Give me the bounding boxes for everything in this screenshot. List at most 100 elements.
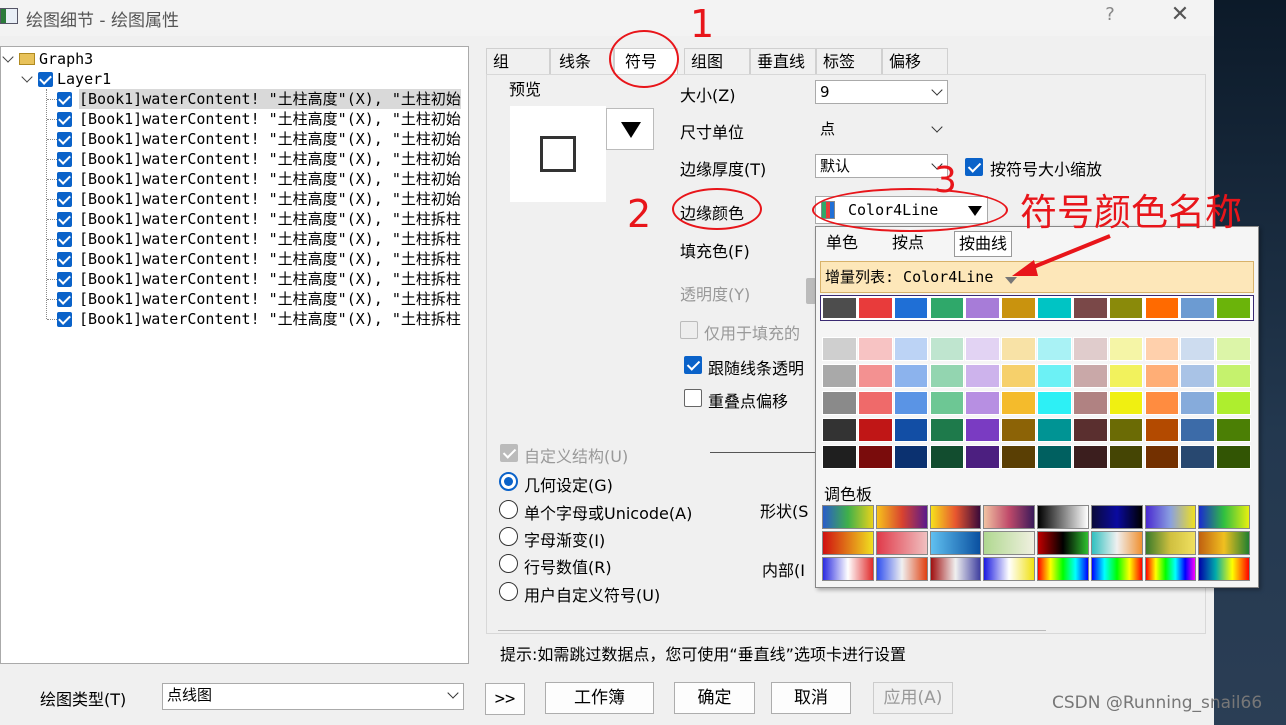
shade-color-swatch[interactable] bbox=[1072, 337, 1108, 361]
palette-swatch[interactable] bbox=[1037, 505, 1089, 529]
shade-color-swatch[interactable] bbox=[965, 337, 1001, 361]
shade-color-swatch[interactable] bbox=[822, 337, 857, 361]
increment-color-swatch[interactable] bbox=[893, 297, 929, 319]
palette-swatch[interactable] bbox=[1090, 531, 1143, 555]
shade-color-swatch[interactable] bbox=[1001, 391, 1036, 415]
shade-color-swatch[interactable] bbox=[1108, 391, 1144, 415]
palette-swatch[interactable] bbox=[875, 531, 928, 555]
shade-color-swatch[interactable] bbox=[857, 445, 893, 469]
tab-offset[interactable]: 偏移 bbox=[882, 48, 948, 74]
tree-plot-item[interactable]: [Book1]waterContent! "土柱高度"(X), "土柱拆柱 bbox=[79, 309, 461, 329]
tab-labels[interactable]: 标签 bbox=[816, 48, 882, 74]
shade-color-swatch[interactable] bbox=[1037, 418, 1072, 442]
palette-swatch[interactable] bbox=[822, 505, 874, 529]
plot-checkbox[interactable] bbox=[57, 292, 72, 307]
shade-color-swatch[interactable] bbox=[1216, 391, 1251, 415]
increment-color-swatch[interactable] bbox=[1216, 297, 1251, 319]
increment-color-swatch[interactable] bbox=[1180, 297, 1216, 319]
palette-swatch[interactable] bbox=[1037, 531, 1089, 555]
shade-color-swatch[interactable] bbox=[822, 418, 857, 442]
increment-color-swatch[interactable] bbox=[857, 297, 893, 319]
plot-checkbox[interactable] bbox=[57, 112, 72, 127]
plot-checkbox[interactable] bbox=[57, 192, 72, 207]
palette-swatch[interactable] bbox=[1144, 557, 1197, 581]
overlap-offset-checkbox[interactable] bbox=[684, 389, 702, 407]
edge-thickness-combo[interactable]: 默认 bbox=[815, 154, 948, 178]
increment-color-swatch[interactable] bbox=[929, 297, 965, 319]
palette-swatch[interactable] bbox=[1198, 557, 1250, 581]
shade-color-swatch[interactable] bbox=[857, 364, 893, 388]
plot-checkbox[interactable] bbox=[57, 92, 72, 107]
shade-color-swatch[interactable] bbox=[1180, 364, 1216, 388]
shade-color-swatch[interactable] bbox=[1108, 445, 1144, 469]
shade-color-swatch[interactable] bbox=[1037, 337, 1072, 361]
shade-color-swatch[interactable] bbox=[965, 391, 1001, 415]
tree-plot-item[interactable]: [Book1]waterContent! "土柱高度"(X), "土柱拆柱 bbox=[79, 269, 461, 289]
shade-color-swatch[interactable] bbox=[1037, 391, 1072, 415]
shade-color-swatch[interactable] bbox=[965, 418, 1001, 442]
shade-color-swatch[interactable] bbox=[893, 391, 929, 415]
shade-color-swatch[interactable] bbox=[893, 337, 929, 361]
plot-checkbox[interactable] bbox=[57, 212, 72, 227]
shade-color-swatch[interactable] bbox=[857, 391, 893, 415]
shade-color-swatch[interactable] bbox=[893, 364, 929, 388]
shade-color-swatch[interactable] bbox=[822, 445, 857, 469]
shade-color-swatch[interactable] bbox=[1216, 418, 1251, 442]
shade-color-swatch[interactable] bbox=[1180, 445, 1216, 469]
shade-color-swatch[interactable] bbox=[1108, 418, 1144, 442]
increment-color-swatch[interactable] bbox=[1108, 297, 1144, 319]
tree-layer[interactable]: Layer1 bbox=[57, 69, 111, 89]
tree-plot-item[interactable]: [Book1]waterContent! "土柱高度"(X), "土柱初始 bbox=[79, 169, 461, 189]
tree-plot-item[interactable]: [Book1]waterContent! "土柱高度"(X), "土柱拆柱 bbox=[79, 209, 461, 229]
shade-color-swatch[interactable] bbox=[857, 418, 893, 442]
shade-color-swatch[interactable] bbox=[1180, 337, 1216, 361]
scale-checkbox[interactable] bbox=[965, 158, 983, 176]
palette-swatch[interactable] bbox=[1198, 531, 1250, 555]
tree-plot-item[interactable]: [Book1]waterContent! "土柱高度"(X), "土柱初始 bbox=[79, 109, 461, 129]
palette-swatch[interactable] bbox=[822, 531, 874, 555]
shade-color-swatch[interactable] bbox=[1001, 445, 1036, 469]
shade-color-swatch[interactable] bbox=[1072, 445, 1108, 469]
shade-color-swatch[interactable] bbox=[1072, 418, 1108, 442]
shade-color-swatch[interactable] bbox=[1144, 391, 1180, 415]
shade-color-swatch[interactable] bbox=[1216, 337, 1251, 361]
cancel-button[interactable]: 取消 bbox=[771, 682, 851, 714]
shade-color-swatch[interactable] bbox=[929, 337, 965, 361]
shade-color-swatch[interactable] bbox=[1001, 337, 1036, 361]
char-gradient-radio[interactable] bbox=[499, 527, 518, 546]
palette-swatch[interactable] bbox=[822, 557, 874, 581]
shade-color-swatch[interactable] bbox=[1037, 364, 1072, 388]
plot-checkbox[interactable] bbox=[57, 312, 72, 327]
shade-color-swatch[interactable] bbox=[1001, 364, 1036, 388]
ok-button[interactable]: 确定 bbox=[674, 682, 755, 714]
apply-button[interactable]: 应用(A) bbox=[873, 682, 953, 714]
plot-type-combo[interactable]: 点线图 bbox=[162, 683, 464, 710]
popup-tab-single[interactable]: 单色 bbox=[822, 231, 862, 257]
shade-color-swatch[interactable] bbox=[822, 391, 857, 415]
increment-color-swatch[interactable] bbox=[1144, 297, 1180, 319]
palette-swatch[interactable] bbox=[1037, 557, 1089, 581]
increment-color-swatch[interactable] bbox=[965, 297, 1001, 319]
palette-swatch[interactable] bbox=[983, 557, 1035, 581]
shade-color-swatch[interactable] bbox=[1072, 391, 1108, 415]
shade-color-swatch[interactable] bbox=[1180, 391, 1216, 415]
expand-layer-icon[interactable] bbox=[21, 71, 33, 83]
shade-color-swatch[interactable] bbox=[1072, 364, 1108, 388]
shade-color-swatch[interactable] bbox=[929, 364, 965, 388]
shade-color-swatch[interactable] bbox=[1108, 337, 1144, 361]
custom-structure-checkbox[interactable] bbox=[500, 444, 518, 462]
tree-graph[interactable]: Graph3 bbox=[39, 49, 93, 69]
shade-color-swatch[interactable] bbox=[1037, 445, 1072, 469]
tree-plot-item[interactable]: [Book1]waterContent! "土柱高度"(X), "土柱初始 bbox=[79, 89, 461, 109]
tree-plot-item[interactable]: [Book1]waterContent! "土柱高度"(X), "土柱拆柱 bbox=[79, 229, 461, 249]
shade-color-swatch[interactable] bbox=[893, 418, 929, 442]
palette-swatch[interactable] bbox=[929, 557, 982, 581]
shade-color-swatch[interactable] bbox=[929, 418, 965, 442]
fill-only-checkbox[interactable] bbox=[680, 321, 698, 339]
plot-checkbox[interactable] bbox=[57, 152, 72, 167]
plot-checkbox[interactable] bbox=[57, 232, 72, 247]
tab-drop-lines[interactable]: 垂直线 bbox=[750, 48, 816, 74]
expand-graph-icon[interactable] bbox=[2, 51, 14, 63]
tab-group[interactable]: 组 bbox=[486, 48, 550, 74]
shade-color-swatch[interactable] bbox=[893, 445, 929, 469]
